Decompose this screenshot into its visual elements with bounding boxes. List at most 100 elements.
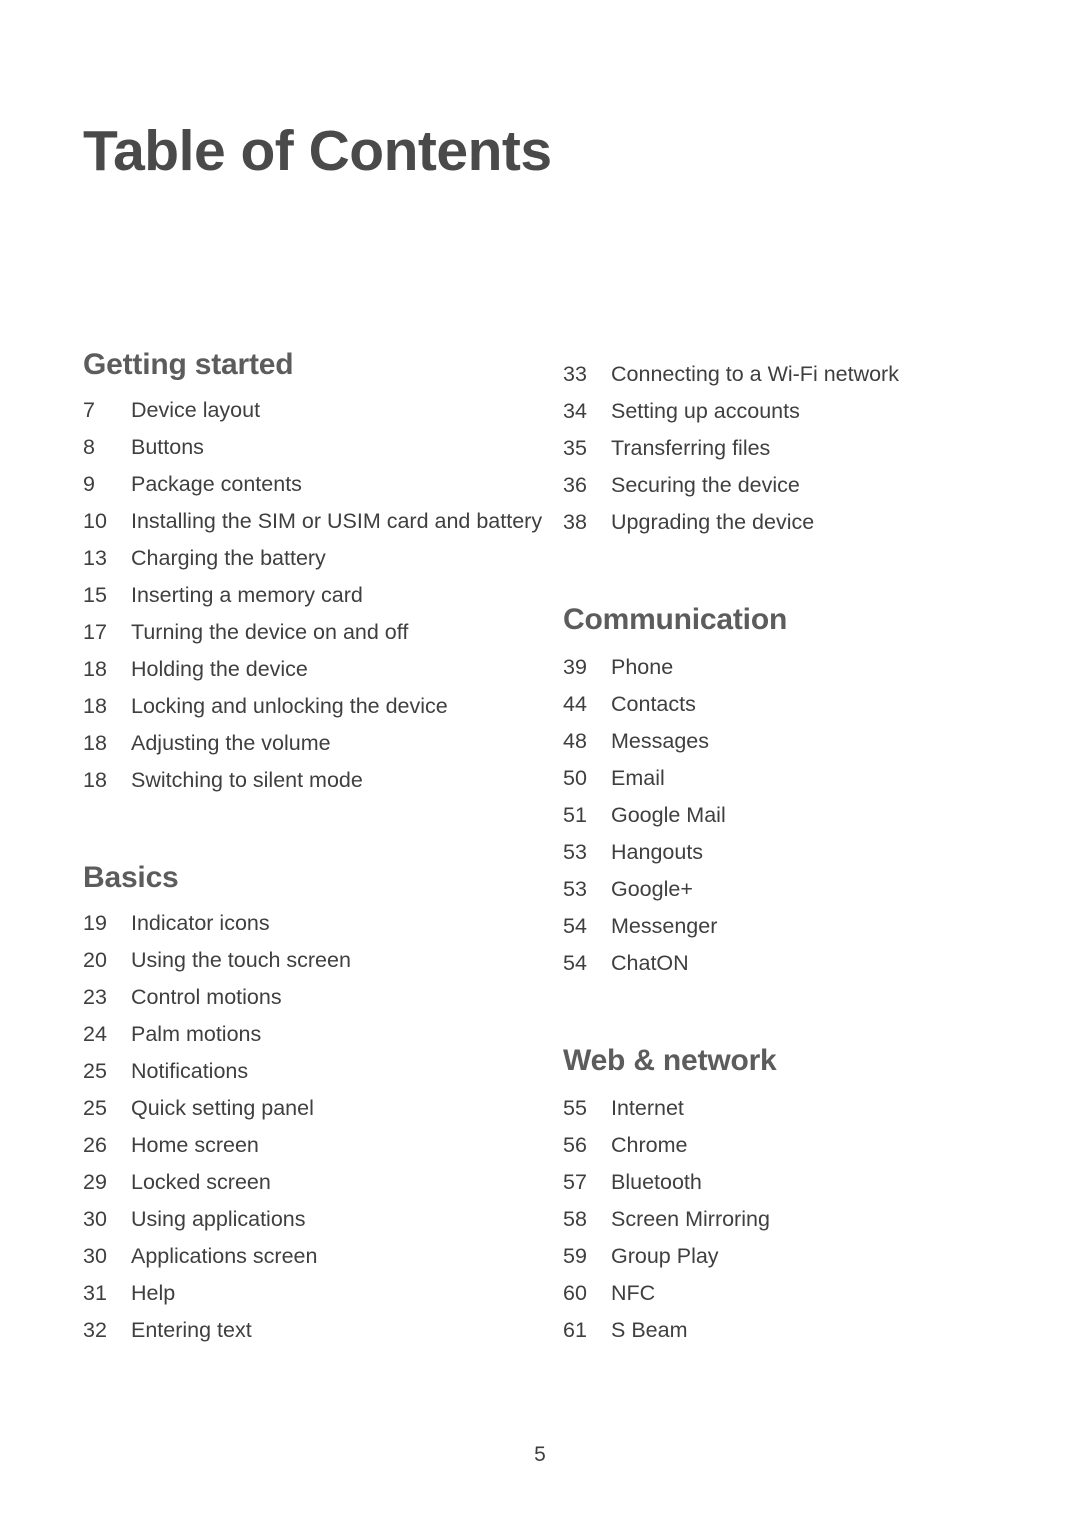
toc-list-basics: 19 Indicator icons 20 Using the touch sc…	[83, 905, 563, 1349]
toc-entry-page: 55	[563, 1096, 587, 1120]
toc-entry-page: 38	[563, 510, 587, 534]
toc-entry-label: Locking and unlocking the device	[131, 694, 448, 718]
toc-entry[interactable]: 18 Locking and unlocking the device	[83, 688, 563, 725]
toc-entry[interactable]: 17 Turning the device on and off	[83, 614, 563, 651]
toc-entry-label: Transferring files	[611, 436, 771, 460]
toc-entry-label: Messages	[611, 729, 709, 753]
toc-entry-page: 24	[83, 1022, 107, 1046]
toc-entry-label: Turning the device on and off	[131, 620, 409, 644]
toc-entry-label: NFC	[611, 1281, 656, 1305]
toc-entry-page: 7	[83, 398, 95, 422]
toc-entry-page: 18	[83, 657, 107, 681]
toc-entry-page: 35	[563, 436, 587, 460]
toc-entry-label: Phone	[611, 655, 674, 679]
toc-entry-page: 18	[83, 694, 107, 718]
toc-entry-label: Using applications	[131, 1207, 306, 1231]
toc-entry[interactable]: 60 NFC	[563, 1275, 1003, 1312]
toc-entry-label: Charging the battery	[131, 546, 326, 570]
toc-entry[interactable]: 36 Securing the device	[563, 467, 1003, 504]
toc-entry[interactable]: 30 Applications screen	[83, 1238, 563, 1275]
toc-entry[interactable]: 26 Home screen	[83, 1127, 563, 1164]
toc-entry-label: Screen Mirroring	[611, 1207, 770, 1231]
toc-entry-page: 54	[563, 951, 587, 975]
toc-list-getting-started: 7 Device layout 8 Buttons 9 Package cont…	[83, 392, 563, 799]
section-heading-communication: Communication	[563, 603, 788, 636]
toc-entry-page: 33	[563, 362, 587, 386]
toc-entry[interactable]: 50 Email	[563, 760, 1003, 797]
toc-entry-label: Palm motions	[131, 1022, 262, 1046]
toc-entry-page: 19	[83, 911, 107, 935]
toc-entry[interactable]: 38 Upgrading the device	[563, 504, 1003, 541]
toc-entry-page: 54	[563, 914, 587, 938]
toc-entry[interactable]: 57 Bluetooth	[563, 1164, 1003, 1201]
toc-entry[interactable]: 44 Contacts	[563, 686, 1003, 723]
toc-entry[interactable]: 54 ChatON	[563, 945, 1003, 982]
toc-entry-page: 15	[83, 583, 107, 607]
toc-entry[interactable]: 53 Google+	[563, 871, 1003, 908]
toc-entry-label: Google Mail	[611, 803, 726, 827]
toc-entry[interactable]: 56 Chrome	[563, 1127, 1003, 1164]
toc-entry[interactable]: 34 Setting up accounts	[563, 393, 1003, 430]
toc-entry-page: 30	[83, 1244, 107, 1268]
toc-entry-page: 20	[83, 948, 107, 972]
toc-entry[interactable]: 32 Entering text	[83, 1312, 563, 1349]
toc-entry[interactable]: 39 Phone	[563, 649, 1003, 686]
toc-entry[interactable]: 18 Adjusting the volume	[83, 725, 563, 762]
toc-entry-page: 36	[563, 473, 587, 497]
toc-entry-page: 39	[563, 655, 587, 679]
toc-entry-label: Package contents	[131, 472, 302, 496]
toc-entry[interactable]: 55 Internet	[563, 1090, 1003, 1127]
toc-entry-label: Control motions	[131, 985, 282, 1009]
toc-list-communication: 39 Phone 44 Contacts 48 Messages 50 Emai…	[563, 649, 1003, 982]
toc-entry[interactable]: 20 Using the touch screen	[83, 942, 563, 979]
toc-entry[interactable]: 23 Control motions	[83, 979, 563, 1016]
toc-entry[interactable]: 33 Connecting to a Wi-Fi network	[563, 356, 1003, 393]
toc-entry[interactable]: 58 Screen Mirroring	[563, 1201, 1003, 1238]
toc-entry-label: Setting up accounts	[611, 399, 800, 423]
toc-entry[interactable]: 24 Palm motions	[83, 1016, 563, 1053]
toc-entry-page: 58	[563, 1207, 587, 1231]
toc-entry[interactable]: 10 Installing the SIM or USIM card and b…	[83, 503, 563, 540]
toc-entry-page: 25	[83, 1059, 107, 1083]
toc-entry-page: 31	[83, 1281, 107, 1305]
toc-entry-label: Help	[131, 1281, 176, 1305]
toc-entry-label: Device layout	[131, 398, 261, 422]
section-heading-basics: Basics	[83, 861, 179, 894]
toc-entry[interactable]: 29 Locked screen	[83, 1164, 563, 1201]
toc-entry[interactable]: 54 Messenger	[563, 908, 1003, 945]
toc-entry[interactable]: 51 Google Mail	[563, 797, 1003, 834]
toc-entry-page: 18	[83, 768, 107, 792]
toc-entry[interactable]: 18 Holding the device	[83, 651, 563, 688]
toc-entry-label: Connecting to a Wi-Fi network	[611, 362, 899, 386]
toc-entry[interactable]: 13 Charging the battery	[83, 540, 563, 577]
toc-entry-label: ChatON	[611, 951, 689, 975]
toc-entry-page: 25	[83, 1096, 107, 1120]
toc-entry-label: Securing the device	[611, 473, 800, 497]
toc-entry[interactable]: 19 Indicator icons	[83, 905, 563, 942]
toc-entry-label: Holding the device	[131, 657, 308, 681]
toc-entry-label: S Beam	[611, 1318, 688, 1342]
toc-entry[interactable]: 15 Inserting a memory card	[83, 577, 563, 614]
toc-entry[interactable]: 7 Device layout	[83, 392, 563, 429]
toc-entry[interactable]: 8 Buttons	[83, 429, 563, 466]
toc-entry[interactable]: 61 S Beam	[563, 1312, 1003, 1349]
toc-entry[interactable]: 59 Group Play	[563, 1238, 1003, 1275]
toc-entry-page: 10	[83, 509, 107, 533]
toc-entry-label: Bluetooth	[611, 1170, 702, 1194]
toc-entry-label: Buttons	[131, 435, 204, 459]
toc-entry[interactable]: 48 Messages	[563, 723, 1003, 760]
toc-entry-label: Hangouts	[611, 840, 704, 864]
toc-entry-page: 57	[563, 1170, 587, 1194]
toc-entry[interactable]: 9 Package contents	[83, 466, 563, 503]
toc-entry-page: 48	[563, 729, 587, 753]
toc-entry[interactable]: 25 Quick setting panel	[83, 1090, 563, 1127]
toc-entry[interactable]: 30 Using applications	[83, 1201, 563, 1238]
toc-entry[interactable]: 53 Hangouts	[563, 834, 1003, 871]
toc-entry[interactable]: 18 Switching to silent mode	[83, 762, 563, 799]
toc-entry[interactable]: 35 Transferring files	[563, 430, 1003, 467]
toc-entry-page: 61	[563, 1318, 587, 1342]
toc-entry[interactable]: 31 Help	[83, 1275, 563, 1312]
toc-entry[interactable]: 25 Notifications	[83, 1053, 563, 1090]
toc-entry-page: 53	[563, 877, 587, 901]
toc-entry-page: 30	[83, 1207, 107, 1231]
